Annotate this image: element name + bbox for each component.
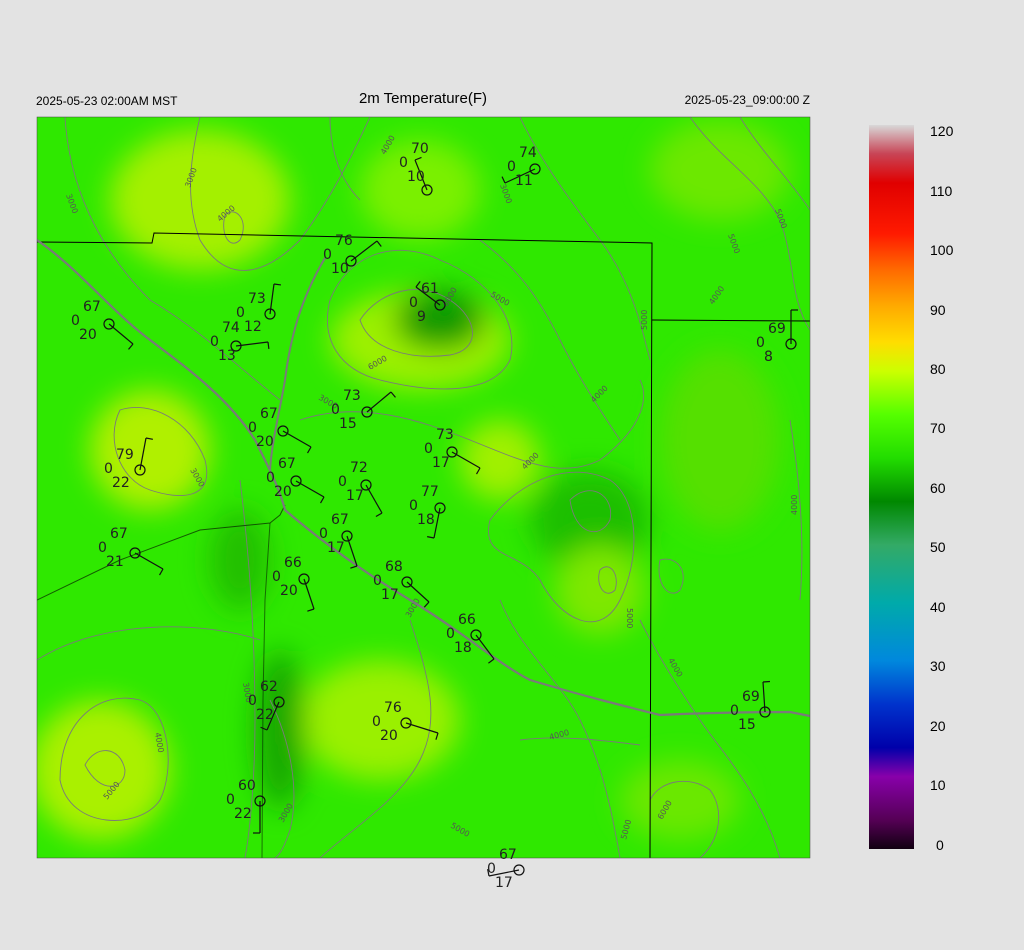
colorbar-tick: 110 [930,183,953,199]
station-temperature: 69 [742,689,760,705]
colorbar-tick: 70 [930,420,946,436]
colorbar-tick: 30 [930,658,946,674]
colorbar-tick: 10 [930,777,946,793]
temperature-map: 3000 3000 4000 4000 3000 5000 6000 6000 … [36,116,914,891]
station-dewpoint: 20 [280,583,298,599]
station-temperature: 60 [238,778,256,794]
station-temperature: 73 [343,388,361,404]
colorbar-tick: 80 [930,361,946,377]
station-dewpoint: 20 [256,434,274,450]
station-temperature: 67 [331,512,349,528]
station-dewpoint: 18 [417,512,435,528]
station-temperature: 67 [278,456,296,472]
station-dewpoint: 21 [106,554,124,570]
colorbar-tick: 40 [930,599,946,615]
station-dewpoint: 10 [331,261,349,277]
station-dewpoint: 11 [515,173,533,189]
station-dewpoint: 22 [234,806,252,822]
station-dewpoint: 20 [380,728,398,744]
colorbar-tick: 60 [930,480,946,496]
contour-label: 5000 [625,608,634,628]
station-temperature: 74 [519,145,537,161]
colorbar-tick: 50 [930,539,946,555]
station-temperature: 76 [384,700,402,716]
station-dewpoint: 17 [381,587,399,603]
station-dewpoint: 13 [218,348,236,364]
station-dewpoint: 17 [327,540,345,556]
colorbar-tick: 20 [930,718,946,734]
contour-label: 5000 [640,310,649,330]
station-temperature: 69 [768,321,786,337]
station-temperature: 67 [499,847,517,863]
station-temperature: 73 [248,291,266,307]
station-dewpoint: 20 [274,484,292,500]
station-dewpoint: 17 [346,488,364,504]
station-temperature: 70 [411,141,429,157]
station-temperature: 61 [421,281,439,297]
station-temperature: 74 [222,320,240,336]
colorbar-tick: 0 [936,837,944,853]
colorbar-tick: 90 [930,302,946,318]
station-temperature: 67 [260,406,278,422]
station-temperature: 67 [110,526,128,542]
station-dewpoint: 15 [339,416,357,432]
colorbar-tick: 120 [930,123,954,139]
colorbar [869,125,914,849]
station-dewpoint: 8 [764,349,773,365]
temperature-field [37,117,810,858]
station-temperature: 76 [335,233,353,249]
station-dewpoint: 15 [738,717,756,733]
station-temperature: 66 [284,555,302,571]
station-dewpoint: 22 [256,707,274,723]
station-temperature: 77 [421,484,439,500]
station-dewpoint: 17 [495,875,513,891]
station-temperature: 68 [385,559,403,575]
station-dewpoint: 9 [417,309,426,325]
station-dewpoint: 17 [432,455,450,471]
station-temperature: 67 [83,299,101,315]
station-temperature: 62 [260,679,278,695]
station-temperature: 73 [436,427,454,443]
station-temperature: 66 [458,612,476,628]
station-dewpoint: 18 [454,640,472,656]
contour-label: 4000 [790,495,799,515]
station-dewpoint: 22 [112,475,130,491]
station-temperature: 79 [116,447,134,463]
station-dewpoint: 20 [79,327,97,343]
station-dewpoint: 12 [244,319,262,335]
colorbar-tick: 100 [930,242,954,258]
station-dewpoint: 10 [407,169,425,185]
station-temperature: 72 [350,460,368,476]
